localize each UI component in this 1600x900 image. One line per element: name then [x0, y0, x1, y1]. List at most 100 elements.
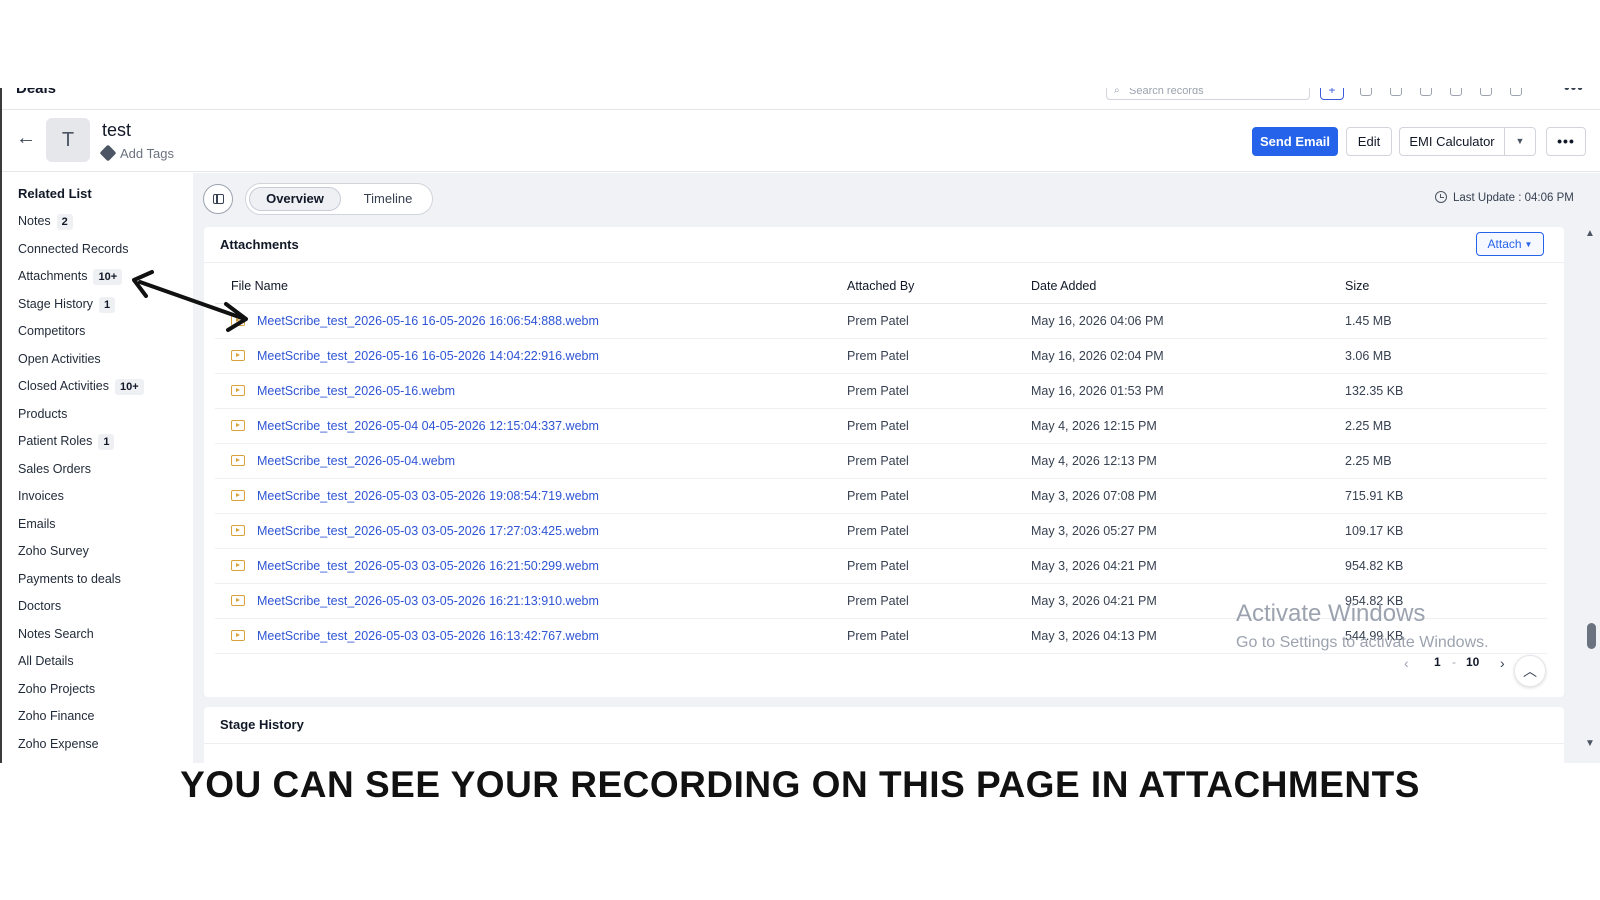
search-placeholder: Search records	[1129, 88, 1204, 97]
sidebar-item-doctors[interactable]: Doctors	[18, 596, 144, 624]
table-row: MeetScribe_test_2026-05-04.webm Prem Pate…	[215, 443, 1547, 479]
sidebar-item-label: Zoho Survey	[18, 544, 89, 558]
scrollbar-thumb[interactable]	[1587, 623, 1596, 649]
video-file-icon	[231, 314, 245, 326]
table-row: MeetScribe_test_2026-05-03 03-05-2026 19…	[215, 478, 1547, 514]
page-scrollbar[interactable]: ▲ ▼	[1580, 228, 1600, 758]
divider	[204, 743, 1564, 744]
sidebar-item-closed-activities[interactable]: Closed Activities 10+	[18, 376, 144, 404]
main-content: Overview Timeline Last Update : 04:06 PM…	[193, 173, 1600, 763]
size-cell: 109.17 KB	[1345, 513, 1547, 549]
sidebar-item-zoho-expense[interactable]: Zoho Expense	[18, 734, 144, 762]
sidebar-item-label: Zoho Expense	[18, 736, 99, 751]
file-link[interactable]: MeetScribe_test_2026-05-04.webm	[257, 454, 455, 468]
more-actions-button[interactable]: •••	[1546, 127, 1586, 156]
tab-timeline[interactable]: Timeline	[346, 187, 430, 211]
watermark-line-1: Activate Windows	[1236, 600, 1426, 627]
calendar-icon[interactable]	[1360, 88, 1372, 96]
search-input[interactable]: ⌕ Search records	[1106, 88, 1310, 100]
column-header-size[interactable]: Size	[1345, 269, 1547, 304]
create-button[interactable]: +	[1320, 88, 1344, 100]
sidebar-item-sales-orders[interactable]: Sales Orders	[18, 459, 144, 487]
file-link[interactable]: MeetScribe_test_2026-05-03 03-05-2026 17…	[257, 524, 599, 538]
sidebar-item-label: Open Activities	[18, 351, 101, 366]
add-tags-link[interactable]: Add Tags	[99, 144, 174, 162]
sidebar-item-zoho-survey[interactable]: Zoho Survey	[18, 541, 144, 569]
sidebar-item-label: Patient Roles	[18, 434, 93, 448]
sidebar-toggle-icon	[213, 194, 224, 204]
size-cell: 715.91 KB	[1345, 478, 1547, 514]
scroll-to-top-button[interactable]: ︿	[1514, 655, 1546, 687]
video-file-icon	[231, 629, 245, 641]
tag-icon	[99, 144, 117, 162]
column-header-attached-by[interactable]: Attached By	[847, 269, 1031, 304]
attached-by-cell: Prem Patel	[847, 373, 1031, 409]
sidebar-item-label: All Details	[18, 654, 74, 668]
date-added-cell: May 16, 2026 02:04 PM	[1031, 338, 1345, 374]
sidebar-item-emails[interactable]: Emails	[18, 514, 144, 542]
sidebar-item-stage-history[interactable]: Stage History 1	[18, 294, 144, 322]
file-name-cell: MeetScribe_test_2026-05-04.webm	[215, 443, 847, 479]
sidebar-item-notes[interactable]: Notes 2	[18, 211, 144, 239]
collapse-sidebar-button[interactable]	[203, 184, 233, 214]
sidebar-item-attachments[interactable]: Attachments 10+	[18, 266, 144, 294]
calls-icon[interactable]	[1420, 88, 1432, 96]
file-link[interactable]: MeetScribe_test_2026-05-16.webm	[257, 384, 455, 398]
next-page-icon[interactable]: ›	[1500, 655, 1505, 671]
module-title: Deals	[16, 88, 57, 97]
file-name-cell: MeetScribe_test_2026-05-16.webm	[215, 373, 847, 409]
chat-icon[interactable]	[1450, 88, 1462, 96]
sidebar-item-competitors[interactable]: Competitors	[18, 321, 144, 349]
file-link[interactable]: MeetScribe_test_2026-05-04 04-05-2026 12…	[257, 419, 599, 433]
sidebar-item-notes-search[interactable]: Notes Search	[18, 624, 144, 652]
file-link[interactable]: MeetScribe_test_2026-05-03 03-05-2026 19…	[257, 489, 599, 503]
notification-icon[interactable]	[1390, 88, 1402, 96]
record-title: test	[102, 120, 132, 140]
sidebar-item-invoices[interactable]: Invoices	[18, 486, 144, 514]
date-added-cell: May 3, 2026 04:21 PM	[1031, 548, 1345, 584]
column-header-file-name[interactable]: File Name	[215, 269, 847, 304]
edit-button[interactable]: Edit	[1346, 127, 1392, 156]
scroll-down-icon[interactable]: ▼	[1585, 738, 1595, 749]
video-file-icon	[231, 524, 245, 536]
count-badge: 10+	[115, 379, 144, 395]
sidebar-item-zoho-projects[interactable]: Zoho Projects	[18, 679, 144, 707]
settings-icon[interactable]	[1510, 88, 1522, 96]
attach-button[interactable]: Attach ▼	[1476, 232, 1544, 256]
emi-calculator-button[interactable]: EMI Calculator	[1399, 127, 1504, 156]
related-list-sidebar: Related List Notes 2 Connected Records Atta…	[2, 173, 192, 763]
tab-overview[interactable]: Overview	[249, 187, 341, 211]
sidebar-item-open-activities[interactable]: Open Activities	[18, 349, 144, 377]
column-header-date-added[interactable]: Date Added	[1031, 269, 1345, 304]
file-link[interactable]: MeetScribe_test_2026-05-03 03-05-2026 16…	[257, 559, 599, 573]
more-options-icon[interactable]: •••	[1564, 88, 1584, 98]
video-file-icon	[231, 384, 245, 396]
attachments-title: Attachments	[220, 237, 299, 252]
sidebar-item-products[interactable]: Products	[18, 404, 144, 432]
emi-dropdown-button[interactable]: ▼	[1504, 127, 1536, 156]
video-file-icon	[231, 559, 245, 571]
activate-windows-watermark: Activate Windows Go to Settings to activ…	[1236, 600, 1489, 652]
sidebar-item-label: Competitors	[18, 324, 86, 338]
record-header: ← T test Add Tags Send Email Edit EMI Ca…	[2, 110, 1600, 172]
date-added-cell: May 4, 2026 12:15 PM	[1031, 408, 1345, 444]
sidebar-item-payments-to-deals[interactable]: Payments to deals	[18, 569, 144, 597]
stage-history-section: Stage History	[204, 707, 1564, 763]
scroll-up-icon[interactable]: ▲	[1585, 228, 1595, 239]
send-email-button[interactable]: Send Email	[1252, 127, 1338, 156]
sidebar-item-label: Attachments	[18, 269, 88, 283]
watermark-line-2: Go to Settings to activate Windows.	[1236, 634, 1489, 651]
apps-icon[interactable]	[1480, 88, 1492, 96]
file-link[interactable]: MeetScribe_test_2026-05-16 16-05-2026 16…	[257, 314, 599, 328]
sidebar-item-patient-roles[interactable]: Patient Roles 1	[18, 431, 144, 459]
sidebar-item-label: Stage History	[18, 296, 94, 311]
previous-page-icon[interactable]: ‹	[1404, 655, 1409, 671]
sidebar-item-connected-records[interactable]: Connected Records	[18, 239, 144, 267]
sidebar-item-all-details[interactable]: All Details	[18, 651, 144, 679]
file-link[interactable]: MeetScribe_test_2026-05-16 16-05-2026 14…	[257, 349, 599, 363]
file-link[interactable]: MeetScribe_test_2026-05-03 03-05-2026 16…	[257, 594, 599, 608]
back-arrow-icon[interactable]: ←	[16, 127, 36, 150]
sidebar-item-zoho-finance[interactable]: Zoho Finance	[18, 706, 144, 734]
sidebar-item-label: Closed Activities	[18, 379, 110, 393]
file-link[interactable]: MeetScribe_test_2026-05-03 03-05-2026 16…	[257, 629, 599, 643]
